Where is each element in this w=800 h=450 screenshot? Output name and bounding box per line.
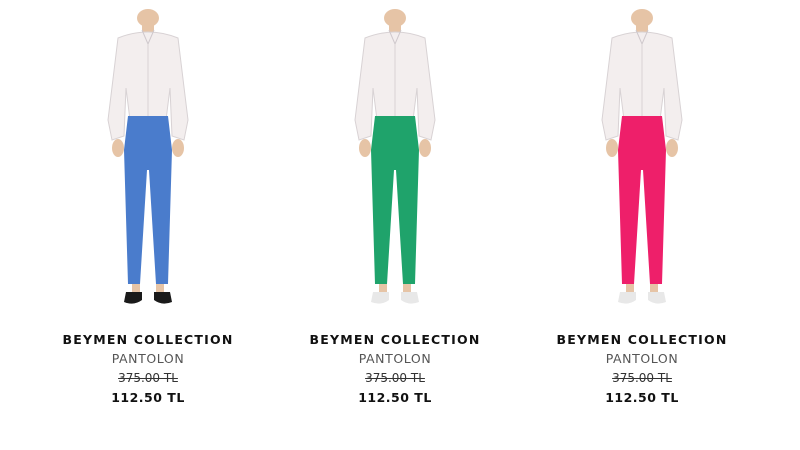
product-card[interactable]: BEYMEN COLLECTION PANTOLON 375.00 TL 112… xyxy=(38,0,258,420)
product-type[interactable]: PANTOLON xyxy=(532,350,752,368)
original-price: 375.00 TL xyxy=(365,371,425,385)
product-type[interactable]: PANTOLON xyxy=(38,350,258,368)
product-brand[interactable]: BEYMEN COLLECTION xyxy=(532,330,752,350)
sale-price: 112.50 TL xyxy=(605,390,679,405)
sale-price: 112.50 TL xyxy=(111,390,185,405)
product-card[interactable]: BEYMEN COLLECTION PANTOLON 375.00 TL 112… xyxy=(285,0,505,420)
original-price: 375.00 TL xyxy=(612,371,672,385)
sale-price: 112.50 TL xyxy=(358,390,432,405)
model-figure xyxy=(107,9,189,304)
product-brand[interactable]: BEYMEN COLLECTION xyxy=(38,330,258,350)
product-brand[interactable]: BEYMEN COLLECTION xyxy=(285,330,505,350)
product-image[interactable] xyxy=(532,0,752,322)
original-price: 375.00 TL xyxy=(118,371,178,385)
model-figure xyxy=(354,9,436,304)
model-figure xyxy=(601,9,683,304)
product-image[interactable] xyxy=(38,0,258,322)
product-image[interactable] xyxy=(285,0,505,322)
product-card[interactable]: BEYMEN COLLECTION PANTOLON 375.00 TL 112… xyxy=(532,0,752,420)
product-type[interactable]: PANTOLON xyxy=(285,350,505,368)
product-grid: BEYMEN COLLECTION PANTOLON 375.00 TL 112… xyxy=(0,0,800,450)
